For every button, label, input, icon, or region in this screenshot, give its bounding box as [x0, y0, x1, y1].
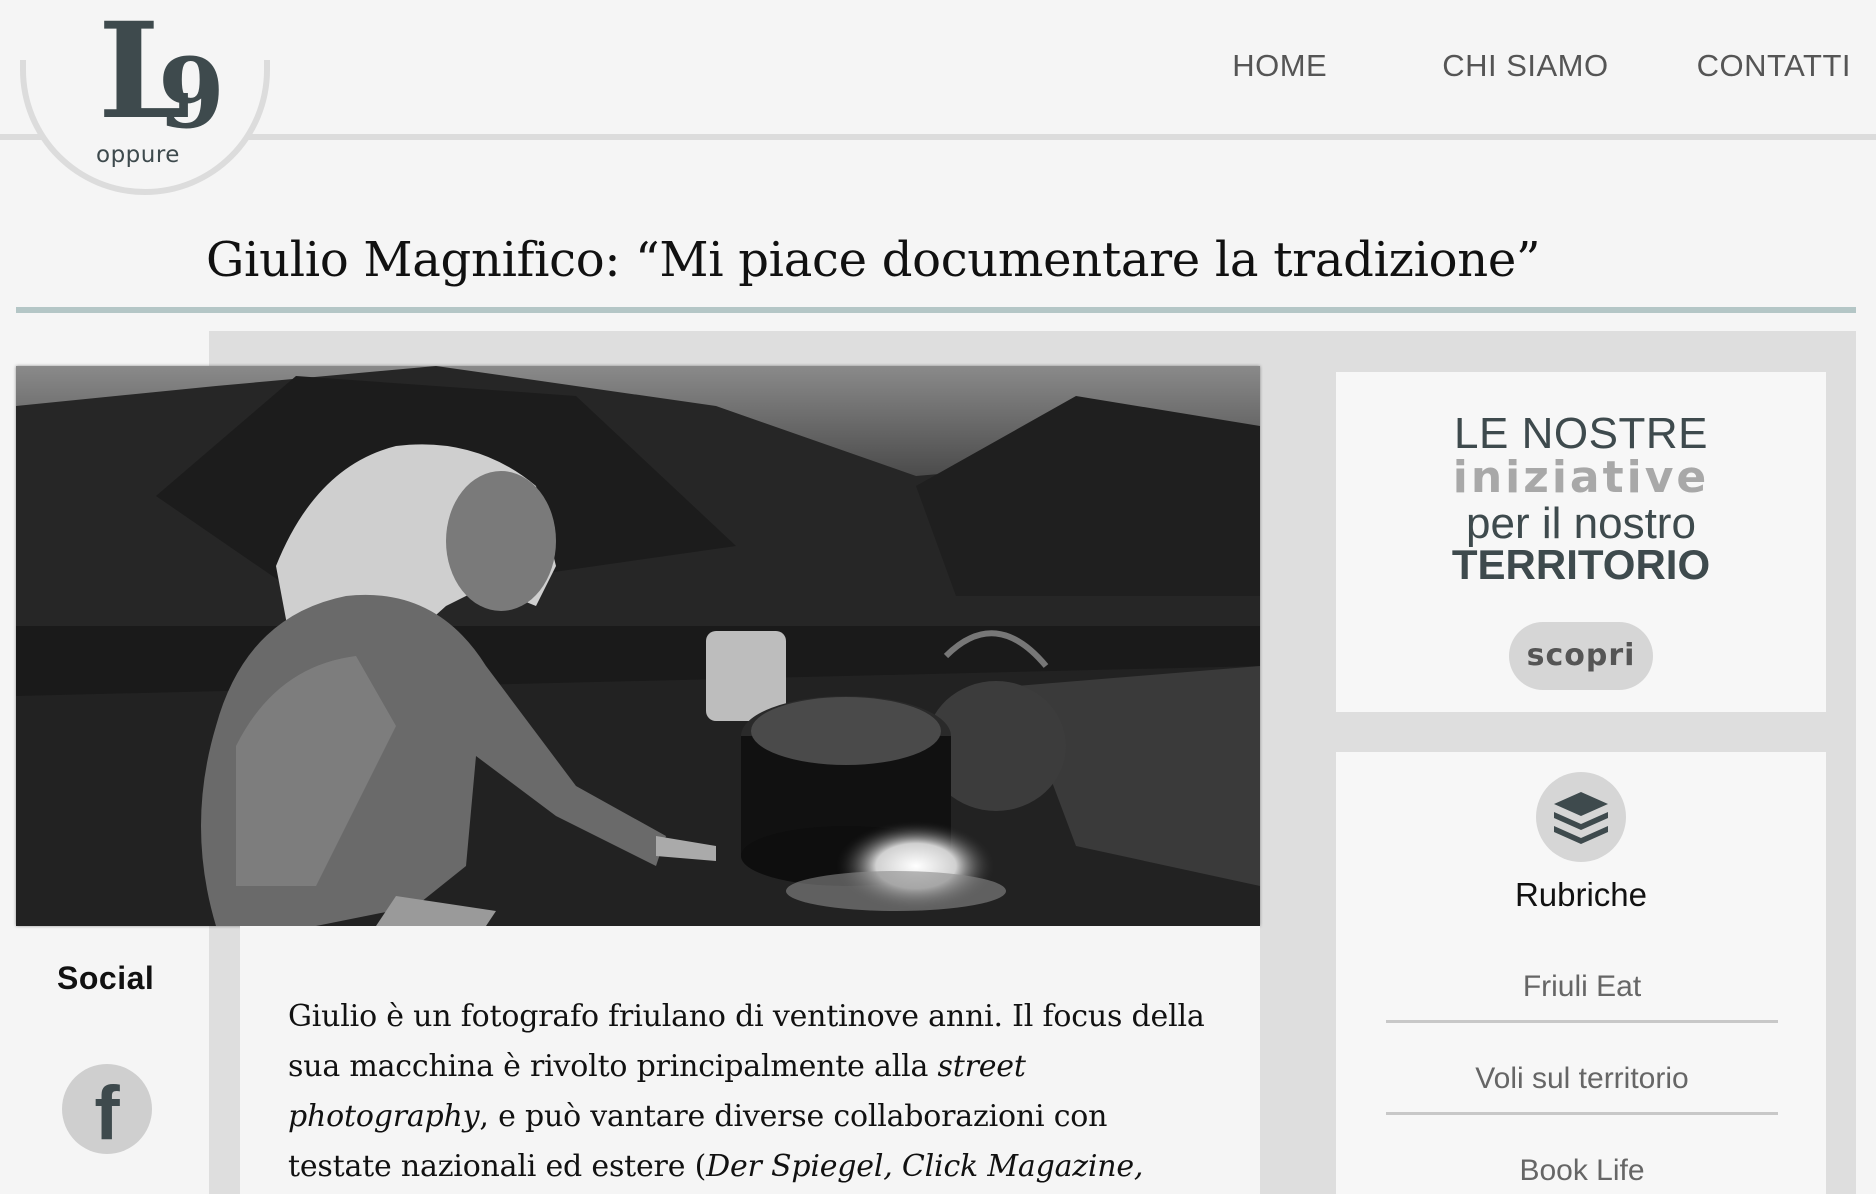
rubriche-card: Rubriche Friuli Eat Voli sul territorio …: [1336, 752, 1826, 1194]
rubrica-link-book-life[interactable]: Book Life: [1386, 1154, 1778, 1188]
logo-mark: 9: [158, 37, 225, 150]
rubrica-divider: [1386, 1020, 1778, 1023]
header-divider: [0, 134, 1876, 140]
hero-photo: [16, 366, 1260, 926]
promo-line-2: iniziative: [1452, 452, 1710, 503]
scopri-button[interactable]: scopri: [1509, 622, 1653, 690]
rubrica-link-voli[interactable]: Voli sul territorio: [1386, 1062, 1778, 1096]
site-header: L 9 oppure HOME CHI SIAMO CONTATTI: [0, 0, 1876, 195]
initiatives-card: LE NOSTRE iniziative per il nostro TERRI…: [1336, 372, 1826, 712]
rubrica-link-friuli-eat[interactable]: Friuli Eat: [1386, 970, 1778, 1004]
main-nav: HOME CHI SIAMO CONTATTI: [1232, 48, 1851, 84]
page-title: Giulio Magnifico: “Mi piace documentare …: [206, 232, 1541, 288]
facebook-share-button[interactable]: f: [62, 1064, 152, 1156]
title-divider: [16, 307, 1856, 313]
stack-layers-icon: [1536, 772, 1626, 862]
logo-text: oppure: [96, 142, 180, 168]
promo-line-4: TERRITORIO: [1451, 541, 1711, 588]
article-text-1: Giulio è un fotografo friulano di ventin…: [288, 999, 1205, 1084]
nav-home[interactable]: HOME: [1232, 48, 1327, 84]
facebook-icon: f: [94, 1071, 120, 1156]
site-logo[interactable]: L 9 oppure: [92, 6, 225, 169]
promo-line-3: per il nostro: [1466, 499, 1696, 548]
social-heading: Social: [57, 960, 155, 996]
rubriche-title: Rubriche: [1514, 876, 1648, 913]
nav-contatti[interactable]: CONTATTI: [1697, 48, 1851, 84]
article-body: Giulio è un fotografo friulano di ventin…: [240, 926, 1260, 1194]
nav-chi-siamo[interactable]: CHI SIAMO: [1442, 48, 1608, 84]
article-paragraph: Giulio è un fotografo friulano di ventin…: [288, 992, 1218, 1194]
rubrica-divider: [1386, 1112, 1778, 1115]
promo-line-1: LE NOSTRE: [1454, 409, 1708, 458]
